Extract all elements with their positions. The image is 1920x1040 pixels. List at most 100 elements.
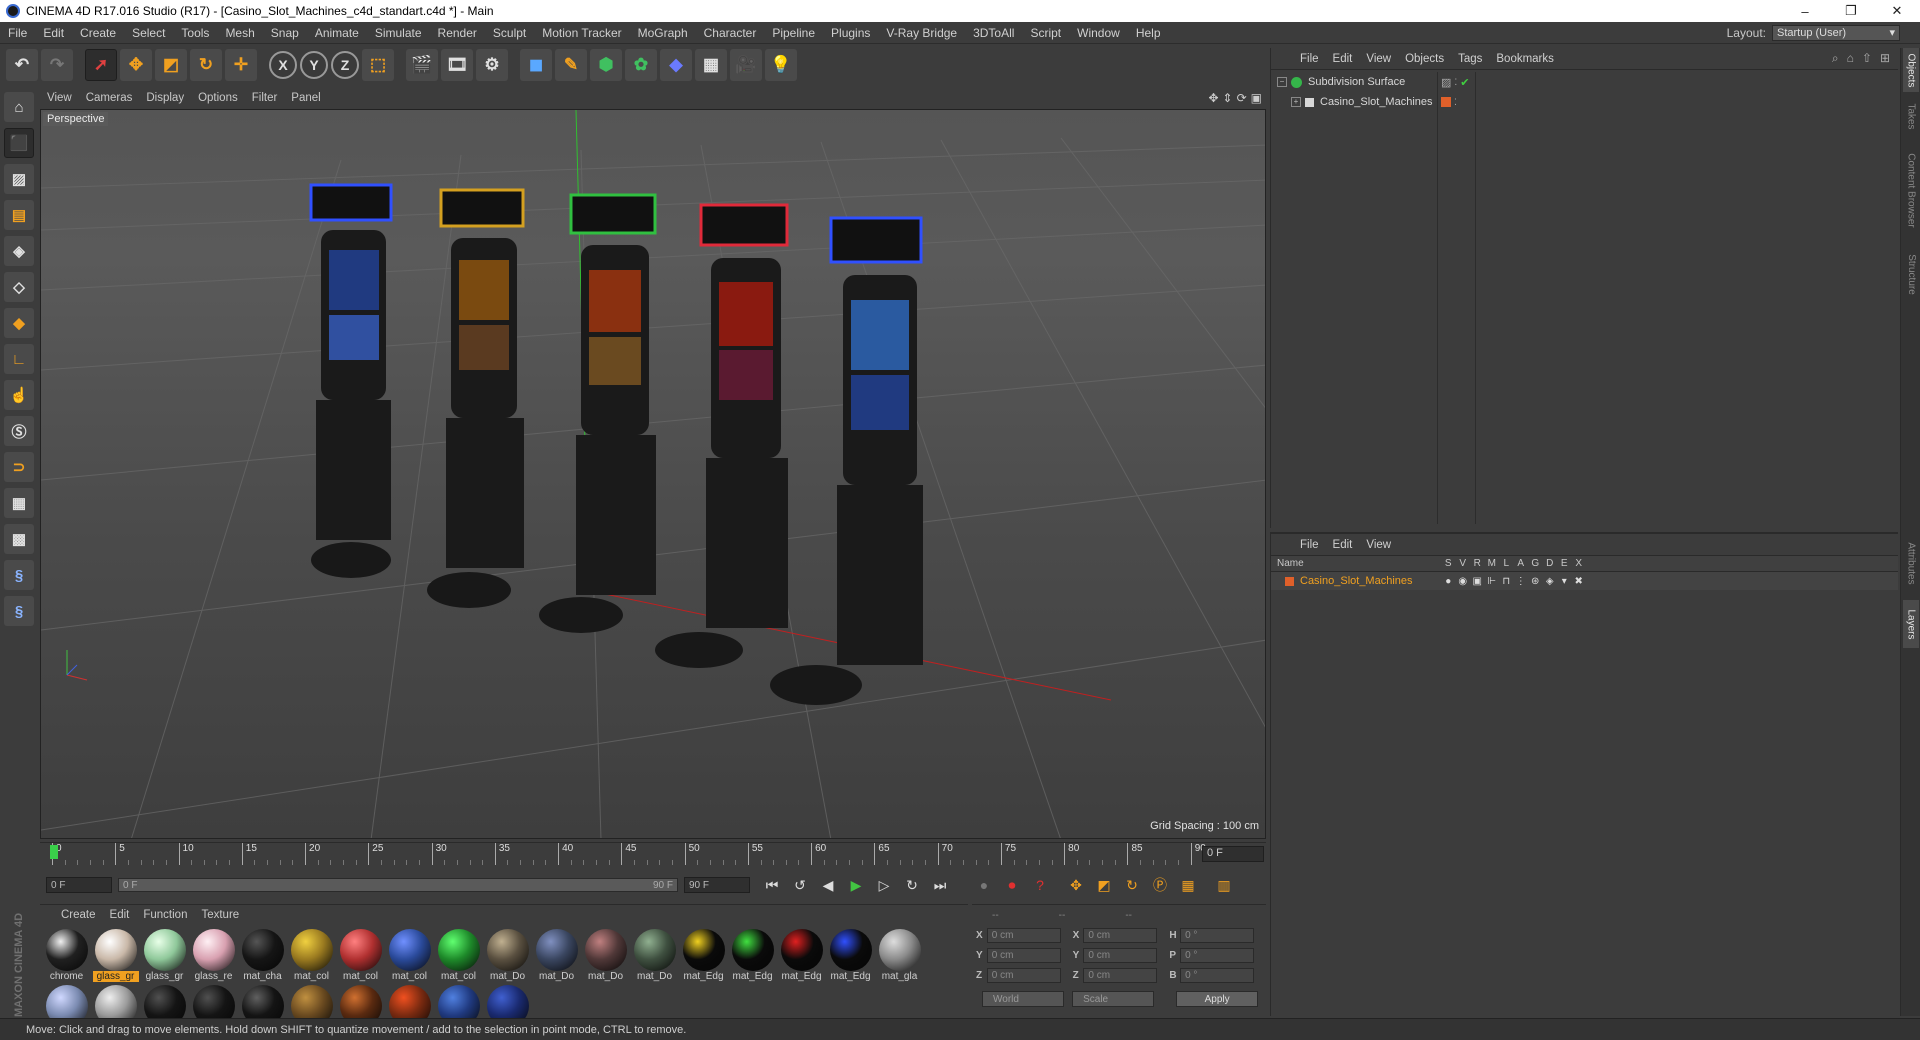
cloner-icon[interactable]: ✿: [625, 49, 657, 81]
menu-mesh[interactable]: Mesh: [217, 26, 262, 40]
object-menu-objects[interactable]: Objects: [1398, 53, 1451, 65]
material-swatch[interactable]: glass_gr: [91, 927, 140, 983]
object-menu-bookmarks[interactable]: Bookmarks: [1489, 53, 1561, 65]
viewport-menu-display[interactable]: Display: [139, 92, 191, 104]
camera-icon[interactable]: 🎥: [730, 49, 762, 81]
minimize-button[interactable]: –: [1782, 0, 1828, 22]
texture-mode-icon[interactable]: ▨: [4, 164, 34, 194]
make-editable-icon[interactable]: ⌂: [4, 92, 34, 122]
menu-vray-bridge[interactable]: V-Ray Bridge: [878, 26, 965, 40]
next-key-icon[interactable]: ↻: [900, 873, 924, 897]
planar-workplane-icon[interactable]: ▩: [4, 524, 34, 554]
menu-edit[interactable]: Edit: [35, 26, 72, 40]
tab-layers[interactable]: Layers: [1903, 600, 1919, 648]
move-tool-icon[interactable]: ✥: [120, 49, 152, 81]
timeline-ticks[interactable]: 0 5 10 15 20 25 30 35 40 45 50 55 60 65 70 75 80 85 90: [50, 843, 1232, 867]
pen-spline-icon[interactable]: ✎: [555, 49, 587, 81]
menu-script[interactable]: Script: [1022, 26, 1069, 40]
material-swatch[interactable]: mat_Edg: [777, 927, 826, 983]
polygons-mode-icon[interactable]: ◆: [4, 308, 34, 338]
playhead[interactable]: [50, 845, 58, 859]
object-row[interactable]: + Casino_Slot_Machines ⁚: [1271, 92, 1897, 112]
viewport-menu-panel[interactable]: Panel: [284, 92, 327, 104]
floor-scene-icon[interactable]: ▦: [695, 49, 727, 81]
tab-objects[interactable]: Objects: [1903, 48, 1919, 92]
view-toggle-icon[interactable]: ◉: [1456, 576, 1471, 587]
material-swatch[interactable]: mat_Edg: [679, 927, 728, 983]
menu-plugins[interactable]: Plugins: [823, 26, 878, 40]
material-swatch[interactable]: chrome: [42, 927, 91, 983]
position-x-field[interactable]: 0 cm: [986, 927, 1061, 943]
tweak-mode-icon[interactable]: ☝: [4, 380, 34, 410]
material-swatch[interactable]: mat_Do: [630, 927, 679, 983]
close-button[interactable]: ✕: [1874, 0, 1920, 22]
go-to-start-icon[interactable]: ⏮: [760, 873, 784, 897]
up-arrow-icon[interactable]: ⇧: [1862, 51, 1872, 66]
material-swatch[interactable]: mat_Do: [581, 927, 630, 983]
rotate-tool-icon[interactable]: ↻: [190, 49, 222, 81]
menu-motion-tracker[interactable]: Motion Tracker: [534, 26, 629, 40]
material-swatch[interactable]: mat_cha: [238, 927, 287, 983]
rotation-p-field[interactable]: 0 °: [1180, 947, 1255, 963]
dolly-icon[interactable]: ⇕: [1223, 91, 1233, 105]
size-x-field[interactable]: 0 cm: [1083, 927, 1158, 943]
key-scale-icon[interactable]: ◩: [1092, 873, 1116, 897]
timeline-ruler[interactable]: 0 5 10 15 20 25 30 35 40 45 50 55 60 65 70 75 80 85 90 0 F: [40, 842, 1266, 866]
rotation-h-field[interactable]: 0 °: [1180, 927, 1255, 943]
redo-icon[interactable]: ↷: [41, 49, 73, 81]
size-z-field[interactable]: 0 cm: [1083, 967, 1158, 983]
material-menu-create[interactable]: Create: [54, 909, 103, 921]
material-swatch[interactable]: mat_Do: [483, 927, 532, 983]
render-toggle-icon[interactable]: ▣: [1470, 576, 1485, 587]
menu-window[interactable]: Window: [1069, 26, 1128, 40]
workplane-mode-icon[interactable]: ▤: [4, 200, 34, 230]
menu-animate[interactable]: Animate: [307, 26, 367, 40]
render-view-icon[interactable]: 🎬: [406, 49, 438, 81]
previous-key-icon[interactable]: ↺: [788, 873, 812, 897]
search-icon[interactable]: ⌕: [1832, 51, 1839, 66]
material-swatch[interactable]: mat_col: [434, 927, 483, 983]
tab-attributes[interactable]: Attributes: [1903, 530, 1919, 596]
menu-file[interactable]: File: [0, 26, 35, 40]
edges-mode-icon[interactable]: ◇: [4, 272, 34, 302]
menu-sculpt[interactable]: Sculpt: [485, 26, 534, 40]
material-swatch[interactable]: mat_Do: [532, 927, 581, 983]
orbit-icon[interactable]: ⟳: [1237, 91, 1247, 105]
deformers-toggle-icon[interactable]: ◈: [1543, 576, 1558, 587]
tab-content-browser[interactable]: Content Browser: [1903, 140, 1919, 240]
go-to-end-icon[interactable]: ⏭: [928, 873, 952, 897]
visibility-dots-icon[interactable]: ⁚: [1454, 77, 1457, 88]
visibility-dots-icon[interactable]: ⁚: [1454, 97, 1457, 108]
menu-pipeline[interactable]: Pipeline: [764, 26, 823, 40]
end-frame-field[interactable]: 90 F: [684, 877, 750, 893]
python-script-icon[interactable]: §: [4, 596, 34, 626]
material-swatch[interactable]: glass_gr: [140, 927, 189, 983]
manager-toggle-icon[interactable]: ⊩: [1485, 576, 1500, 587]
material-swatch[interactable]: mat_col: [385, 927, 434, 983]
layer-row[interactable]: Casino_Slot_Machines ● ◉ ▣ ⊩ ⊓ ⋮ ⊛ ◈ ▾ ✖: [1271, 572, 1898, 590]
viewport-menu-view[interactable]: View: [40, 92, 79, 104]
expand-icon[interactable]: +: [1291, 97, 1301, 107]
undo-icon[interactable]: ↶: [6, 49, 38, 81]
frame-range-slider[interactable]: 0 F 90 F: [118, 878, 678, 892]
record-active-icon[interactable]: ⏺: [1000, 873, 1024, 897]
material-swatch[interactable]: mat_col: [336, 927, 385, 983]
layer-menu-view[interactable]: View: [1359, 539, 1398, 551]
key-position-icon[interactable]: ✥: [1064, 873, 1088, 897]
menu-mograph[interactable]: MoGraph: [630, 26, 696, 40]
key-pla-icon[interactable]: ▦: [1176, 873, 1200, 897]
key-rotation-icon[interactable]: ↻: [1120, 873, 1144, 897]
camera-label[interactable]: Perspective: [43, 112, 109, 126]
magnet-icon[interactable]: ⊃: [4, 452, 34, 482]
x-axis-lock-icon[interactable]: X: [269, 51, 297, 79]
viewport-menu-filter[interactable]: Filter: [245, 92, 285, 104]
timeline-window-icon[interactable]: ▥: [1212, 873, 1236, 897]
material-swatch[interactable]: mat_col: [287, 927, 336, 983]
apply-button[interactable]: Apply: [1176, 991, 1259, 1007]
autokey-icon[interactable]: ?: [1028, 873, 1052, 897]
new-view-icon[interactable]: ⊞: [1880, 51, 1890, 66]
play-forward-icon[interactable]: ▶: [844, 873, 868, 897]
menu-3dtoall[interactable]: 3DToAll: [965, 26, 1022, 40]
collapse-icon[interactable]: −: [1277, 77, 1287, 87]
menu-character[interactable]: Character: [696, 26, 765, 40]
